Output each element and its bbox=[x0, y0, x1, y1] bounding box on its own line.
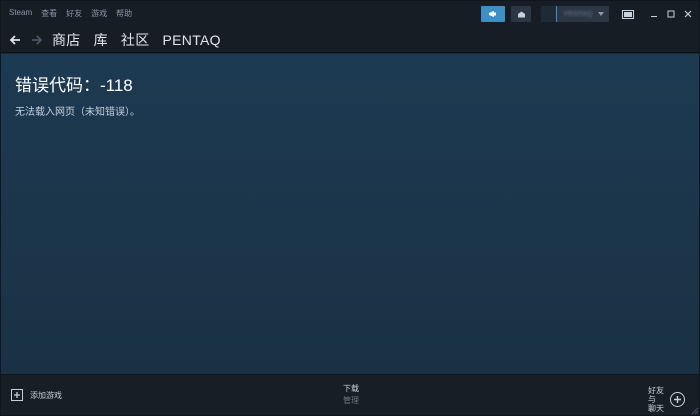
friends-chat-button[interactable]: 好友与 聊天 bbox=[648, 386, 685, 413]
arrow-right-icon bbox=[32, 34, 43, 45]
plus-circle-icon bbox=[670, 392, 685, 407]
friends-chat-line2: 聊天 bbox=[648, 404, 664, 413]
menu-help[interactable]: 帮助 bbox=[116, 8, 132, 19]
menu-games[interactable]: 游戏 bbox=[91, 8, 107, 19]
friends-chat-label: 好友与 聊天 bbox=[648, 386, 666, 413]
arrow-left-icon bbox=[9, 34, 20, 45]
friends-chat-line1: 好友与 bbox=[648, 386, 664, 404]
nav-store[interactable]: 商店 bbox=[52, 30, 81, 50]
title-bar-controls: PENTAQ bbox=[481, 1, 699, 27]
megaphone-icon bbox=[489, 11, 496, 17]
chevron-down-icon bbox=[598, 12, 604, 16]
bottom-bar: 添加游戏 下载 管理 好友与 聊天 bbox=[1, 374, 699, 415]
notifications-button[interactable] bbox=[511, 6, 531, 22]
announcements-button[interactable] bbox=[481, 6, 505, 22]
add-game-button[interactable]: 添加游戏 bbox=[11, 389, 62, 401]
big-picture-icon bbox=[622, 9, 634, 19]
maximize-button[interactable] bbox=[664, 6, 678, 22]
add-game-label: 添加游戏 bbox=[30, 390, 62, 400]
nav-profile[interactable]: PENTAQ bbox=[163, 32, 221, 48]
title-bar: Steam 查看 好友 游戏 帮助 PENTAQ bbox=[1, 1, 699, 27]
nav-links: 商店 库 社区 PENTAQ bbox=[52, 30, 221, 50]
account-name: PENTAQ bbox=[564, 10, 593, 18]
maximize-icon bbox=[667, 10, 675, 18]
steam-window: Steam 查看 好友 游戏 帮助 PENTAQ 商店 库 社区 PENTAQ … bbox=[0, 0, 700, 416]
error-code-title: 错误代码：-118 bbox=[15, 76, 133, 95]
account-menu-button[interactable]: PENTAQ bbox=[541, 6, 609, 22]
menu-steam[interactable]: Steam bbox=[9, 8, 32, 19]
minimize-button[interactable] bbox=[647, 6, 661, 22]
avatar bbox=[541, 6, 557, 22]
envelope-icon bbox=[517, 11, 525, 17]
error-message: 无法载入网页（未知错误）。 bbox=[15, 107, 140, 118]
menu-view[interactable]: 查看 bbox=[41, 8, 57, 19]
nav-library[interactable]: 库 bbox=[94, 30, 108, 50]
big-picture-button[interactable] bbox=[619, 6, 637, 22]
downloads-button[interactable]: 下载 管理 bbox=[341, 383, 361, 406]
resize-grip-icon[interactable] bbox=[691, 407, 699, 415]
downloads-label: 下载 bbox=[343, 384, 359, 393]
plus-icon bbox=[11, 389, 23, 401]
close-button[interactable] bbox=[681, 6, 695, 22]
minimize-icon bbox=[651, 16, 657, 17]
forward-button[interactable] bbox=[28, 31, 46, 49]
menu-friends[interactable]: 好友 bbox=[66, 8, 82, 19]
main-content: 错误代码：-118 无法载入网页（未知错误）。 bbox=[1, 54, 699, 374]
nav-community[interactable]: 社区 bbox=[121, 30, 150, 50]
back-button[interactable] bbox=[6, 31, 24, 49]
downloads-manage-label: 管理 bbox=[343, 396, 359, 405]
close-icon bbox=[684, 10, 692, 18]
menu-bar: Steam 查看 好友 游戏 帮助 bbox=[9, 8, 132, 19]
navigation-bar: 商店 库 社区 PENTAQ bbox=[1, 27, 699, 53]
